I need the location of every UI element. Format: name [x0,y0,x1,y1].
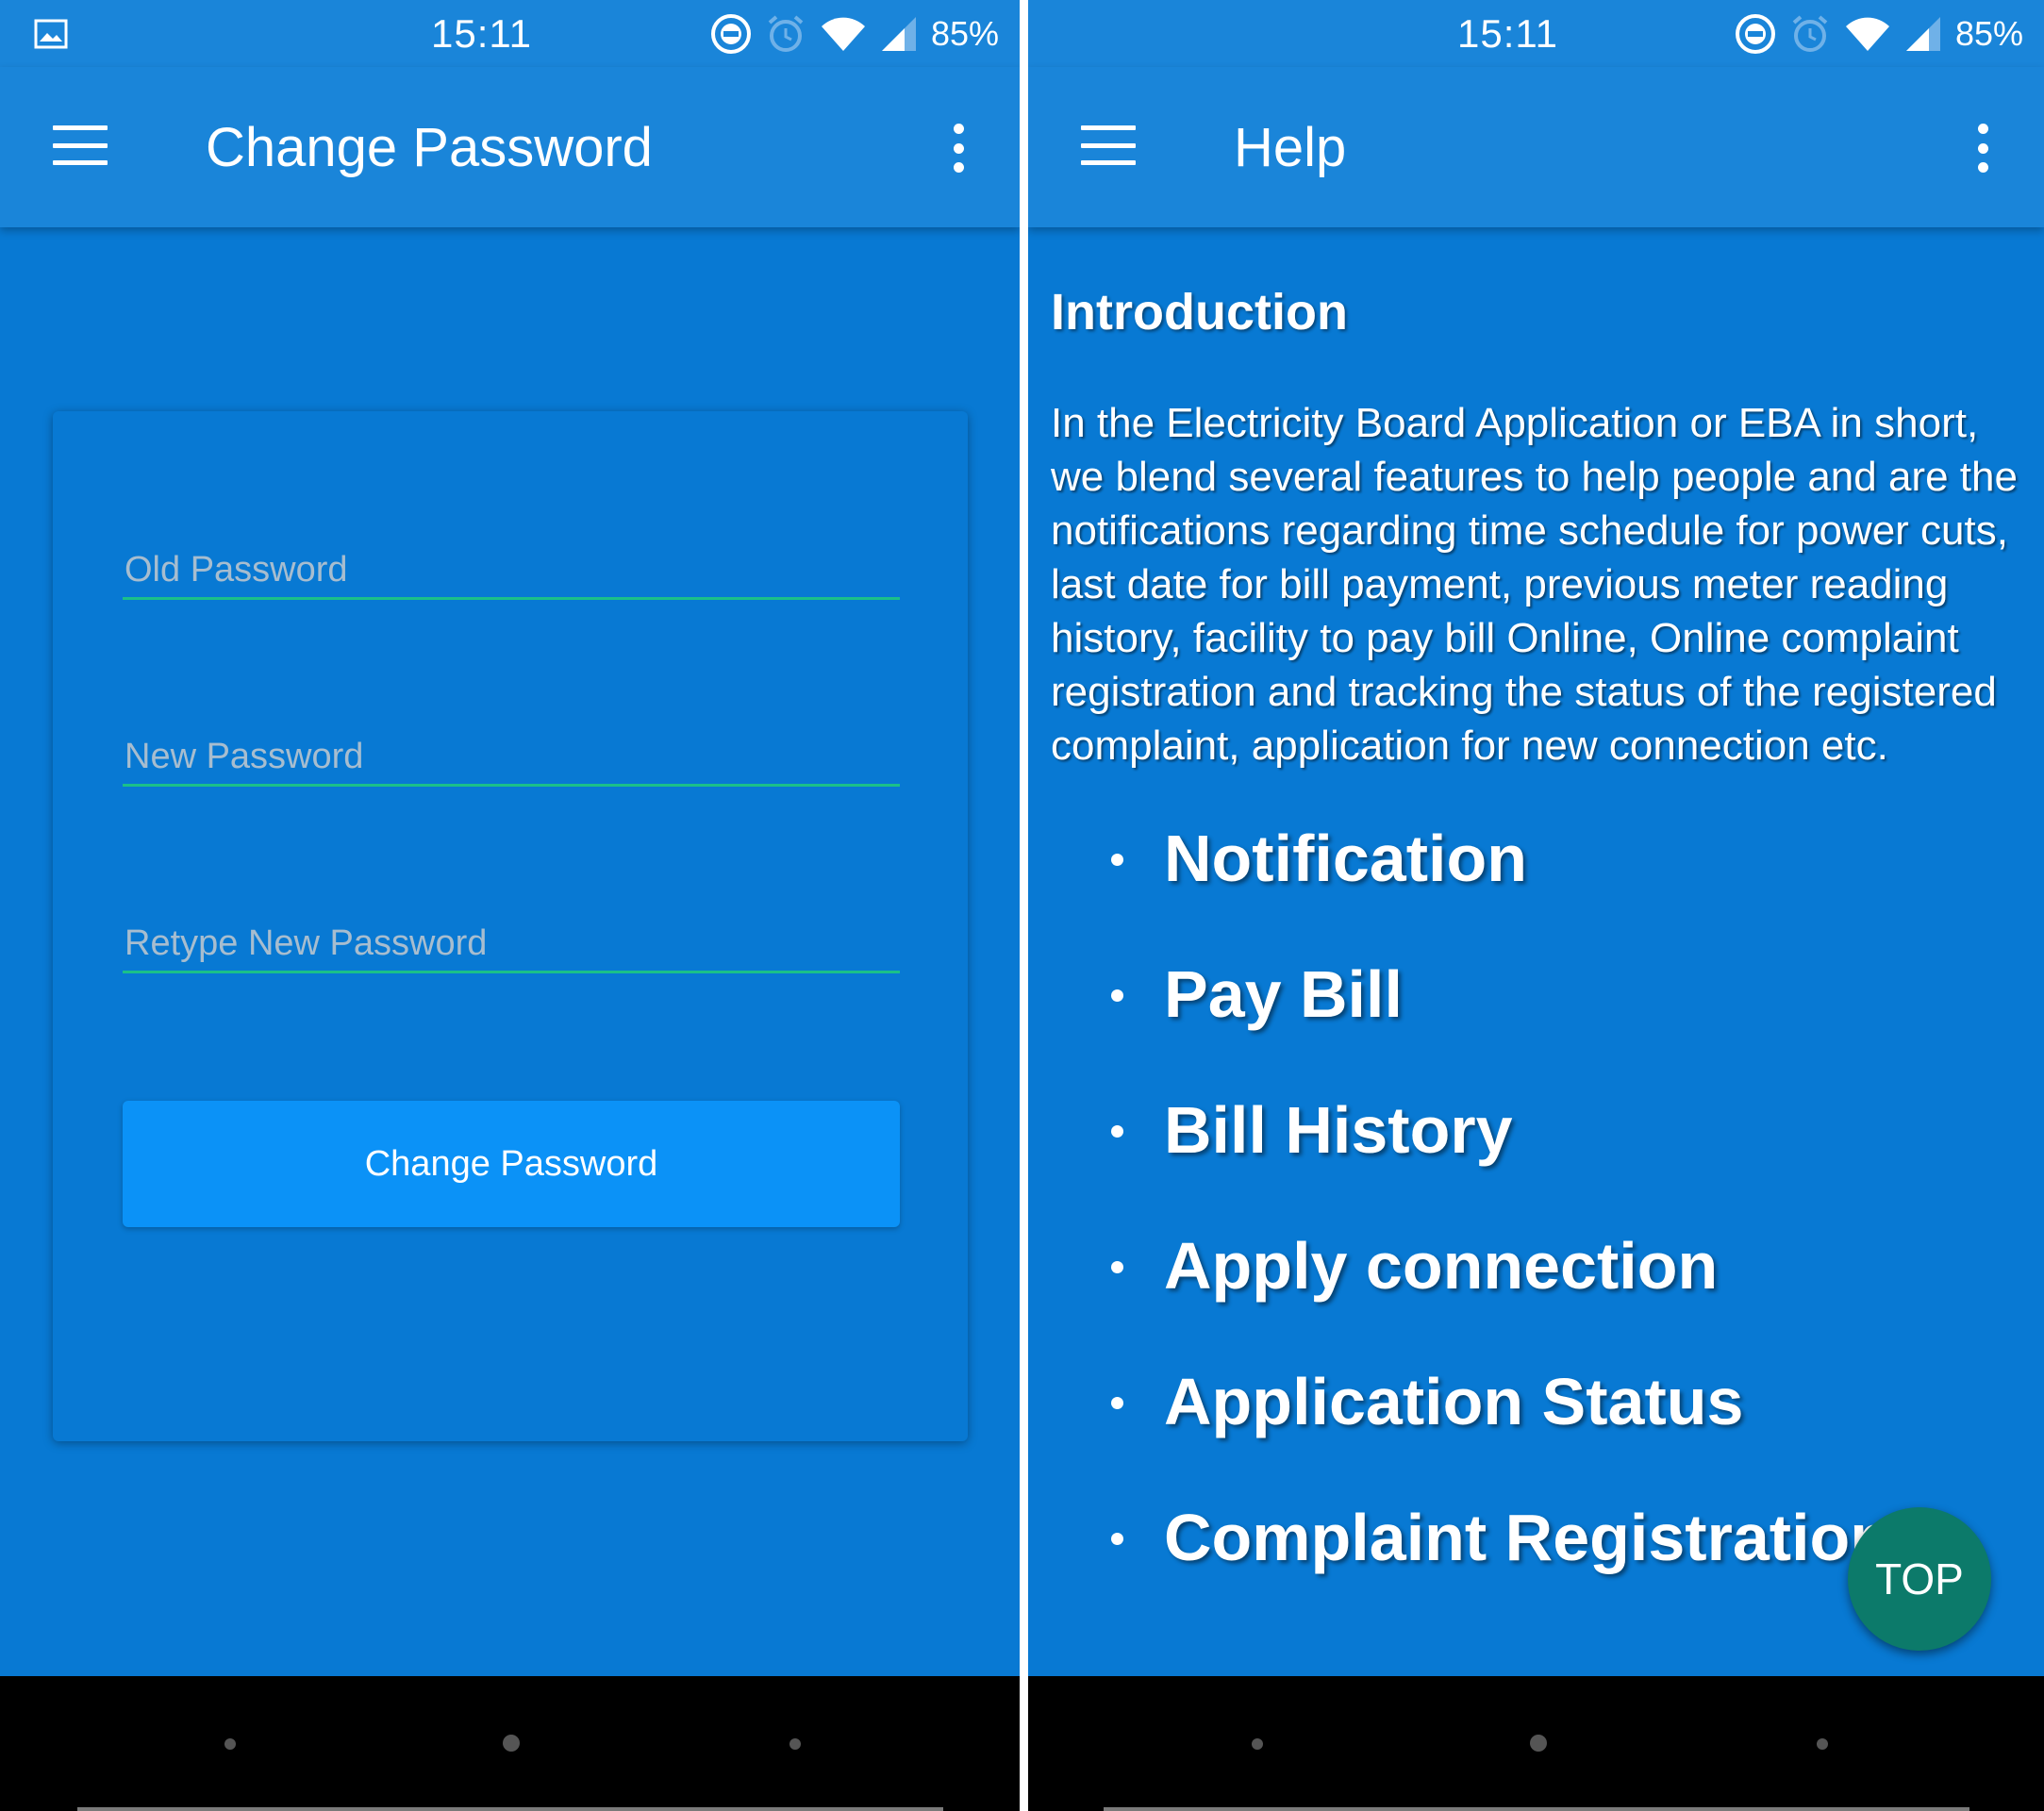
more-options-icon[interactable] [954,124,965,173]
page-title: Help [1234,117,1347,178]
list-item: Apply connection [1051,1214,2032,1350]
status-bar: 15:11 85% [1028,0,2044,67]
change-password-screen: 15:11 85% Change Password Change Passwor… [0,0,1020,1811]
retype-password-input[interactable] [123,917,900,971]
change-password-button[interactable]: Change Password [123,1101,900,1227]
feature-label: Notification [1164,822,1527,895]
feature-label: Bill History [1164,1093,1513,1167]
status-bar: 15:11 85% [0,0,1020,67]
help-content: Introduction In the Electricity Board Ap… [1051,283,2032,1621]
more-options-icon[interactable] [1978,124,1989,173]
navigation-bar [0,1676,1020,1811]
do-not-disturb-icon [710,13,752,55]
wifi-icon [820,15,867,53]
list-item: Application Status [1051,1350,2032,1486]
old-password-field-wrapper [123,543,900,600]
signal-icon [880,15,918,53]
home-nav-button[interactable] [503,1735,520,1752]
help-screen: 15:11 85% Help Introduction In the Elect… [1028,0,2044,1811]
recents-nav-button[interactable] [1817,1738,1828,1750]
scroll-to-top-button[interactable]: TOP [1848,1507,1991,1651]
feature-label: Complaint Registration [1164,1501,1891,1574]
gesture-bar [1104,1807,1969,1811]
back-nav-button[interactable] [1252,1738,1263,1750]
feature-list: Notification Pay Bill Bill History Apply… [1051,806,2032,1621]
battery-level: 85% [930,14,999,53]
navigation-bar [1028,1676,2044,1811]
old-password-input[interactable] [123,543,900,597]
list-item: Notification [1051,806,2032,942]
battery-level: 85% [1954,14,2023,53]
wifi-icon [1844,15,1891,53]
retype-password-field-wrapper [123,917,900,973]
help-intro-text: In the Electricity Board Application or … [1051,400,2018,769]
alarm-icon [1789,13,1831,55]
feature-label: Pay Bill [1164,957,1403,1031]
gesture-bar [77,1807,943,1811]
do-not-disturb-icon [1735,13,1776,55]
alarm-icon [765,13,806,55]
new-password-field-wrapper [123,730,900,787]
list-item: Pay Bill [1051,942,2032,1078]
new-password-input[interactable] [123,730,900,784]
page-title: Change Password [206,117,653,178]
signal-icon [1904,15,1942,53]
menu-icon[interactable] [1081,125,1136,165]
menu-icon[interactable] [53,125,108,165]
app-bar: Help [1028,67,2044,227]
help-heading: Introduction [1051,284,1348,341]
feature-label: Apply connection [1164,1229,1719,1303]
home-nav-button[interactable] [1530,1735,1547,1752]
recents-nav-button[interactable] [789,1738,801,1750]
back-nav-button[interactable] [224,1738,236,1750]
list-item: Bill History [1051,1078,2032,1214]
app-bar: Change Password [0,67,1020,227]
change-password-card: Change Password [53,411,968,1441]
feature-label: Application Status [1164,1365,1744,1438]
